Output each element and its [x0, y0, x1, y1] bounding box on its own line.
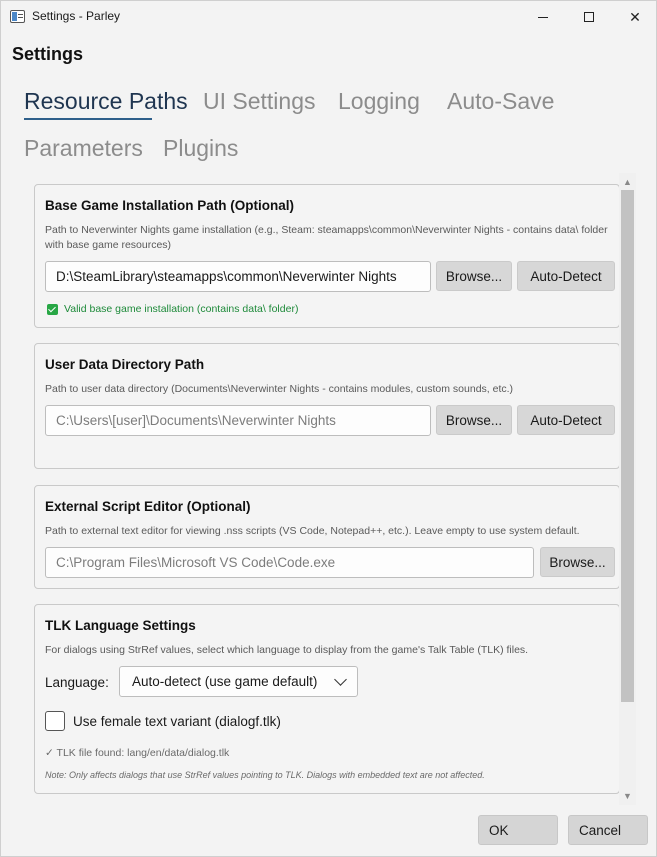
scroll-down-icon[interactable]: ▼ [619, 788, 636, 803]
user-data-card: User Data Directory Path Path to user da… [34, 343, 620, 469]
user-data-autodetect-button[interactable]: Auto-Detect [517, 405, 615, 435]
script-editor-browse-button[interactable]: Browse... [540, 547, 615, 577]
tlk-settings-card: TLK Language Settings For dialogs using … [34, 604, 620, 794]
language-label: Language: [45, 675, 109, 690]
app-icon [10, 10, 25, 23]
user-data-path-input[interactable]: C:\Users\[user]\Documents\Neverwinter Ni… [45, 405, 431, 436]
base-game-valid-text: Valid base game installation (contains d… [64, 303, 299, 315]
ok-button[interactable]: OK [478, 815, 558, 845]
close-button[interactable]: ✕ [612, 1, 657, 33]
minimize-icon [538, 16, 548, 18]
window-title: Settings - Parley [32, 9, 121, 23]
base-game-card: Base Game Installation Path (Optional) P… [34, 184, 620, 328]
cancel-button[interactable]: Cancel [568, 815, 648, 845]
title-bar: Settings - Parley ✕ [1, 1, 656, 33]
settings-window: Settings - Parley ✕ Settings Resource Pa… [0, 0, 657, 857]
script-editor-card: External Script Editor (Optional) Path t… [34, 485, 620, 589]
base-game-title: Base Game Installation Path (Optional) [45, 198, 295, 213]
tlk-title: TLK Language Settings [45, 618, 196, 633]
tlk-description: For dialogs using StrRef values, select … [45, 644, 529, 656]
script-editor-title: External Script Editor (Optional) [45, 499, 251, 514]
tab-logging[interactable]: Logging [338, 88, 420, 115]
base-game-path-input[interactable]: D:\SteamLibrary\steamapps\common\Neverwi… [45, 261, 431, 292]
maximize-icon [584, 12, 594, 22]
base-game-browse-button[interactable]: Browse... [436, 261, 512, 291]
chevron-down-icon [334, 673, 347, 686]
female-variant-toggle[interactable]: Use female text variant (dialogf.tlk) [45, 711, 281, 731]
user-data-description: Path to user data directory (Documents\N… [45, 383, 514, 395]
maximize-button[interactable] [566, 1, 612, 33]
active-tab-indicator [24, 118, 152, 120]
script-editor-description: Path to external text editor for viewing… [45, 525, 580, 537]
tab-resource-paths[interactable]: Resource Paths [24, 88, 188, 115]
tab-ui-settings[interactable]: UI Settings [203, 88, 316, 115]
language-select[interactable]: Auto-detect (use game default) [119, 666, 358, 697]
base-game-valid-status: Valid base game installation (contains d… [47, 303, 298, 315]
tlk-note: Note: Only affects dialogs that use StrR… [45, 770, 485, 780]
tlk-found-status: ✓ TLK file found: lang/en/data/dialog.tl… [45, 747, 230, 759]
tab-parameters[interactable]: Parameters [24, 135, 143, 162]
scrollbar-thumb[interactable] [621, 190, 634, 702]
page-title: Settings [12, 44, 84, 64]
tab-auto-save[interactable]: Auto-Save [447, 88, 554, 115]
script-editor-path-input[interactable]: C:\Program Files\Microsoft VS Code\Code.… [45, 547, 534, 578]
vertical-scrollbar[interactable]: ▲ ▼ [619, 173, 636, 805]
base-game-autodetect-button[interactable]: Auto-Detect [517, 261, 615, 291]
minimize-button[interactable] [520, 1, 566, 33]
user-data-title: User Data Directory Path [45, 357, 205, 372]
tab-plugins[interactable]: Plugins [163, 135, 238, 162]
base-game-description: Path to Neverwinter Nights game installa… [45, 224, 608, 251]
settings-scroll-area[interactable]: Base Game Installation Path (Optional) P… [31, 173, 638, 805]
check-icon [47, 303, 58, 315]
close-icon: ✕ [629, 8, 641, 25]
language-select-value: Auto-detect (use game default) [132, 674, 318, 689]
user-data-browse-button[interactable]: Browse... [436, 405, 512, 435]
female-variant-checkbox[interactable] [45, 711, 65, 731]
scroll-up-icon[interactable]: ▲ [619, 174, 636, 189]
female-variant-label: Use female text variant (dialogf.tlk) [73, 713, 281, 729]
